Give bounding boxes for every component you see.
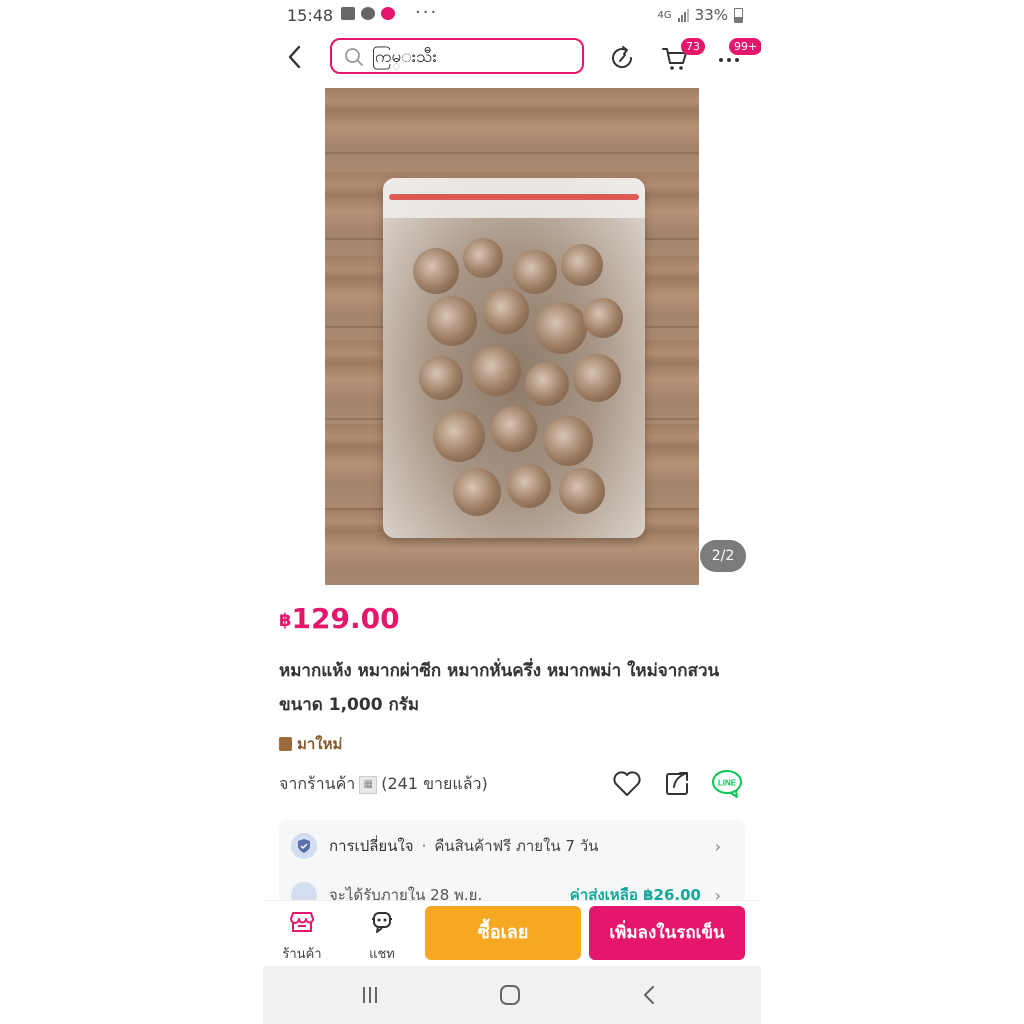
chat-tab-button[interactable]: แชท: [355, 909, 409, 964]
add-to-cart-button[interactable]: เพิ่มลงในรถเข็น: [589, 906, 745, 960]
line-app-icon: LINE: [712, 770, 742, 798]
new-arrival-tag: มาใหม่: [279, 732, 342, 756]
gallery-notification-icon: [341, 7, 355, 20]
more-menu-button[interactable]: 99+: [715, 38, 761, 72]
favorite-button[interactable]: [611, 768, 643, 800]
shop-prefix: จากร้านค้า: [279, 774, 356, 793]
chat-bot-icon: [372, 912, 392, 933]
shield-check-icon: [291, 833, 317, 859]
return-policy-row[interactable]: การเปลี่ยนใจ · คืนสินค้าฟรี ภายใน 7 วัน …: [291, 832, 731, 860]
share-button[interactable]: [661, 768, 693, 800]
new-arrival-label: มาใหม่: [297, 735, 343, 753]
chevron-left-icon: [288, 45, 301, 69]
status-time: 15:48: [287, 6, 334, 25]
shop-info[interactable]: จากร้านค้า ▦ (241 ขายแล้ว): [279, 772, 488, 797]
shopping-bag-icon: [279, 737, 292, 751]
image-page-counter: 2/2: [700, 540, 746, 572]
bottom-action-bar: ร้านค้า แชท ซื้อเลย เพิ่มลงในรถเข็น: [263, 900, 761, 965]
top-header: ကြမ္းသီး 73 99+: [263, 36, 761, 82]
return-detail: คืนสินค้าฟรี ภายใน 7 วัน: [434, 837, 599, 855]
message-count-badge: 99+: [729, 38, 761, 55]
buy-now-button[interactable]: ซื้อเลย: [425, 906, 581, 960]
more-notifications-icon: ···: [415, 2, 439, 23]
shop-tab-label: ร้านค้า: [282, 947, 322, 962]
line-share-button[interactable]: LINE: [711, 768, 743, 800]
battery-icon: [734, 7, 743, 23]
back-arrow-icon: [644, 986, 654, 1004]
chevron-right-icon: ›: [714, 836, 721, 856]
search-input[interactable]: ကြမ္းသီး: [372, 46, 437, 71]
delivery-row[interactable]: จะได้รับภายใน 28 พ.ย. ค่าส่งเหลือ ฿26.00…: [291, 882, 731, 902]
back-button[interactable]: [285, 44, 309, 72]
shop-tab-button[interactable]: ร้านค้า: [275, 909, 329, 964]
recent-apps-button[interactable]: [355, 982, 385, 1008]
chat-tab-label: แชท: [369, 947, 395, 962]
shop-logo-icon: ▦: [359, 775, 378, 794]
battery-percent: 33%: [694, 6, 728, 24]
sold-count: (241 ขายแล้ว): [381, 774, 488, 793]
home-button[interactable]: [495, 982, 525, 1008]
share-refresh-button[interactable]: [609, 44, 637, 72]
search-icon: [345, 48, 363, 66]
product-image[interactable]: [325, 88, 699, 585]
search-bar[interactable]: ကြမ္းသီး: [330, 38, 584, 74]
money-notification-icon: [361, 7, 375, 20]
line-label: LINE: [718, 779, 737, 788]
product-title: หมากแห้ง หมากผ่าซีก หมากหั่นครึ่ง หมากพม…: [279, 661, 720, 715]
return-title: การเปลี่ยนใจ: [329, 837, 414, 855]
system-nav-bar: [263, 966, 761, 1024]
system-back-button[interactable]: [635, 982, 665, 1008]
network-type: 4G: [657, 9, 672, 21]
service-info-card: การเปลี่ยนใจ · คืนสินค้าฟรี ภายใน 7 วัน …: [279, 820, 745, 902]
store-icon: [290, 912, 314, 932]
currency-symbol: ฿: [279, 610, 292, 631]
app-notification-icon: [381, 7, 395, 20]
cart-button[interactable]: 73: [661, 38, 705, 72]
product-price: ฿129.00: [279, 602, 400, 635]
return-separator: ·: [421, 837, 427, 855]
status-bar: 15:48 ··· 4G 33%: [263, 0, 761, 32]
share-arrow-icon: [612, 46, 633, 69]
phone-screen: 15:48 ··· 4G 33% ကြမ္းသီး 73 99+ 2/2 ฿12…: [263, 0, 761, 1024]
home-icon: [500, 985, 520, 1005]
recent-apps-icon: [363, 987, 377, 1003]
heart-icon: [613, 771, 641, 796]
betel-nut-bag-photo: [383, 178, 645, 538]
share-icon: [666, 772, 688, 795]
calendar-icon: [291, 882, 317, 902]
signal-icon: [677, 8, 689, 22]
price-amount: 129.00: [291, 602, 400, 635]
cart-count-badge: 73: [681, 38, 705, 55]
